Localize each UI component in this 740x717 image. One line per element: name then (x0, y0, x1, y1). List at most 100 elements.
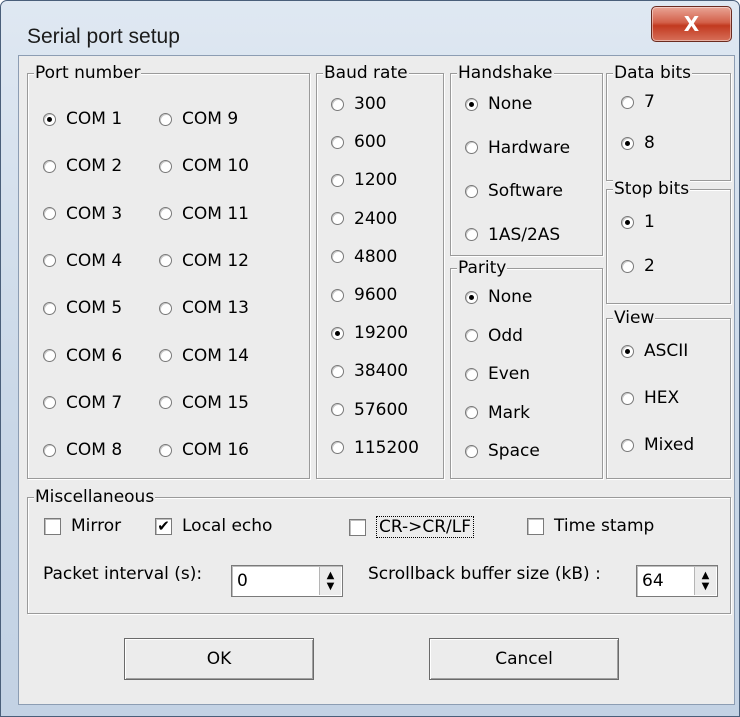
cancel-button[interactable]: Cancel (429, 638, 619, 680)
port-option-com-4[interactable]: COM 4 (43, 251, 122, 271)
crlf-checkbox[interactable]: CR->CR/LF (349, 516, 475, 538)
radio-button[interactable] (621, 95, 634, 109)
baud-option-9600[interactable]: 9600 (331, 285, 397, 305)
radio-button[interactable] (621, 391, 634, 405)
radio-button[interactable] (43, 112, 56, 126)
port-option-com-13[interactable]: COM 13 (159, 298, 249, 318)
radio-button[interactable] (159, 443, 172, 457)
parity-option-mark[interactable]: Mark (465, 403, 530, 423)
packet-interval-value[interactable]: 0 (237, 571, 248, 591)
radio-button[interactable] (331, 97, 344, 111)
parity-option-odd[interactable]: Odd (465, 326, 523, 346)
view-option-ascii[interactable]: ASCII (621, 341, 688, 361)
radio-button[interactable] (159, 254, 172, 268)
radio-button[interactable] (159, 207, 172, 221)
port-option-com-8[interactable]: COM 8 (43, 440, 122, 460)
radio-button[interactable] (159, 112, 172, 126)
baud-option-19200[interactable]: 19200 (331, 323, 408, 343)
radio-button[interactable] (465, 367, 478, 381)
baud-option-1200[interactable]: 1200 (331, 170, 397, 190)
port-option-com-12[interactable]: COM 12 (159, 251, 249, 271)
port-option-com-10[interactable]: COM 10 (159, 156, 249, 176)
baud-option-2400[interactable]: 2400 (331, 209, 397, 229)
parity-option-space[interactable]: Space (465, 441, 540, 461)
radio-button[interactable] (331, 364, 344, 378)
radio-button[interactable] (43, 349, 56, 362)
baud-option-300[interactable]: 300 (331, 94, 386, 114)
radio-button[interactable] (331, 326, 344, 340)
baud-option-4800[interactable]: 4800 (331, 247, 397, 267)
radio-button[interactable] (465, 97, 478, 111)
radio-button[interactable] (43, 254, 56, 268)
port-option-com-6[interactable]: COM 6 (43, 346, 122, 366)
ok-button[interactable]: OK (124, 638, 314, 680)
local-echo-checkbox[interactable]: ✔ Local echo (155, 516, 272, 536)
radio-button[interactable] (331, 250, 344, 264)
port-option-com-3[interactable]: COM 3 (43, 204, 122, 224)
scrollback-spinner[interactable]: 64 ▲ ▼ (636, 565, 718, 597)
scrollback-value[interactable]: 64 (642, 571, 664, 591)
radio-button[interactable] (331, 441, 344, 455)
data-bits-option-8[interactable]: 8 (621, 133, 655, 153)
stop-bits-option-2[interactable]: 2 (621, 256, 655, 276)
radio-button[interactable] (465, 406, 478, 419)
handshake-option-none[interactable]: None (465, 94, 532, 114)
radio-button[interactable] (621, 438, 634, 452)
radio-button[interactable] (465, 290, 478, 304)
port-option-com-15[interactable]: COM 15 (159, 393, 249, 413)
handshake-option-software[interactable]: Software (465, 181, 563, 201)
radio-button[interactable] (331, 403, 344, 417)
radio-button[interactable] (621, 344, 634, 358)
radio-button[interactable] (43, 159, 56, 173)
time-stamp-checkbox[interactable]: Time stamp (527, 516, 654, 536)
spin-down-icon[interactable]: ▼ (702, 581, 710, 592)
port-option-com-1[interactable]: COM 1 (43, 109, 122, 129)
baud-option-38400[interactable]: 38400 (331, 361, 408, 381)
handshake-option-hardware[interactable]: Hardware (465, 138, 570, 158)
radio-button[interactable] (465, 329, 478, 342)
view-option-hex[interactable]: HEX (621, 388, 679, 408)
parity-option-even[interactable]: Even (465, 364, 530, 384)
radio-button[interactable] (159, 301, 172, 315)
spin-up-icon[interactable]: ▲ (327, 570, 335, 581)
port-option-com-14[interactable]: COM 14 (159, 346, 249, 366)
close-button[interactable]: X (651, 6, 732, 42)
radio-button[interactable] (159, 349, 172, 362)
baud-option-600[interactable]: 600 (331, 132, 386, 152)
port-option-com-16[interactable]: COM 16 (159, 440, 249, 460)
radio-button[interactable] (465, 141, 478, 154)
local-echo-check-box[interactable]: ✔ (155, 517, 172, 535)
radio-button[interactable] (331, 288, 344, 302)
spin-down-icon[interactable]: ▼ (327, 581, 335, 592)
radio-button[interactable] (331, 212, 344, 226)
scrollback-spin-buttons[interactable]: ▲ ▼ (694, 567, 716, 595)
spin-up-icon[interactable]: ▲ (702, 570, 710, 581)
radio-button[interactable] (621, 215, 634, 229)
radio-button[interactable] (621, 136, 634, 150)
radio-button[interactable] (43, 301, 56, 315)
stop-bits-option-1[interactable]: 1 (621, 212, 655, 232)
radio-button[interactable] (465, 228, 478, 241)
mirror-checkbox[interactable]: Mirror (44, 516, 121, 536)
radio-button[interactable] (159, 396, 172, 410)
view-option-mixed[interactable]: Mixed (621, 435, 694, 455)
port-option-com-2[interactable]: COM 2 (43, 156, 122, 176)
baud-option-57600[interactable]: 57600 (331, 400, 408, 420)
parity-option-none[interactable]: None (465, 287, 532, 307)
port-option-com-11[interactable]: COM 11 (159, 204, 249, 224)
radio-button[interactable] (465, 444, 478, 458)
mirror-check-box[interactable] (44, 517, 61, 535)
radio-button[interactable] (43, 443, 56, 457)
radio-button[interactable] (465, 184, 478, 198)
port-option-com-7[interactable]: COM 7 (43, 393, 122, 413)
packet-interval-spin-buttons[interactable]: ▲ ▼ (319, 567, 341, 595)
handshake-option-1as-2as[interactable]: 1AS/2AS (465, 225, 560, 245)
port-option-com-9[interactable]: COM 9 (159, 109, 238, 129)
radio-button[interactable] (43, 396, 56, 410)
port-option-com-5[interactable]: COM 5 (43, 298, 122, 318)
packet-interval-spinner[interactable]: 0 ▲ ▼ (231, 565, 343, 597)
radio-button[interactable] (331, 135, 344, 149)
baud-option-115200[interactable]: 115200 (331, 438, 419, 458)
data-bits-option-7[interactable]: 7 (621, 92, 655, 112)
radio-button[interactable] (43, 207, 56, 221)
